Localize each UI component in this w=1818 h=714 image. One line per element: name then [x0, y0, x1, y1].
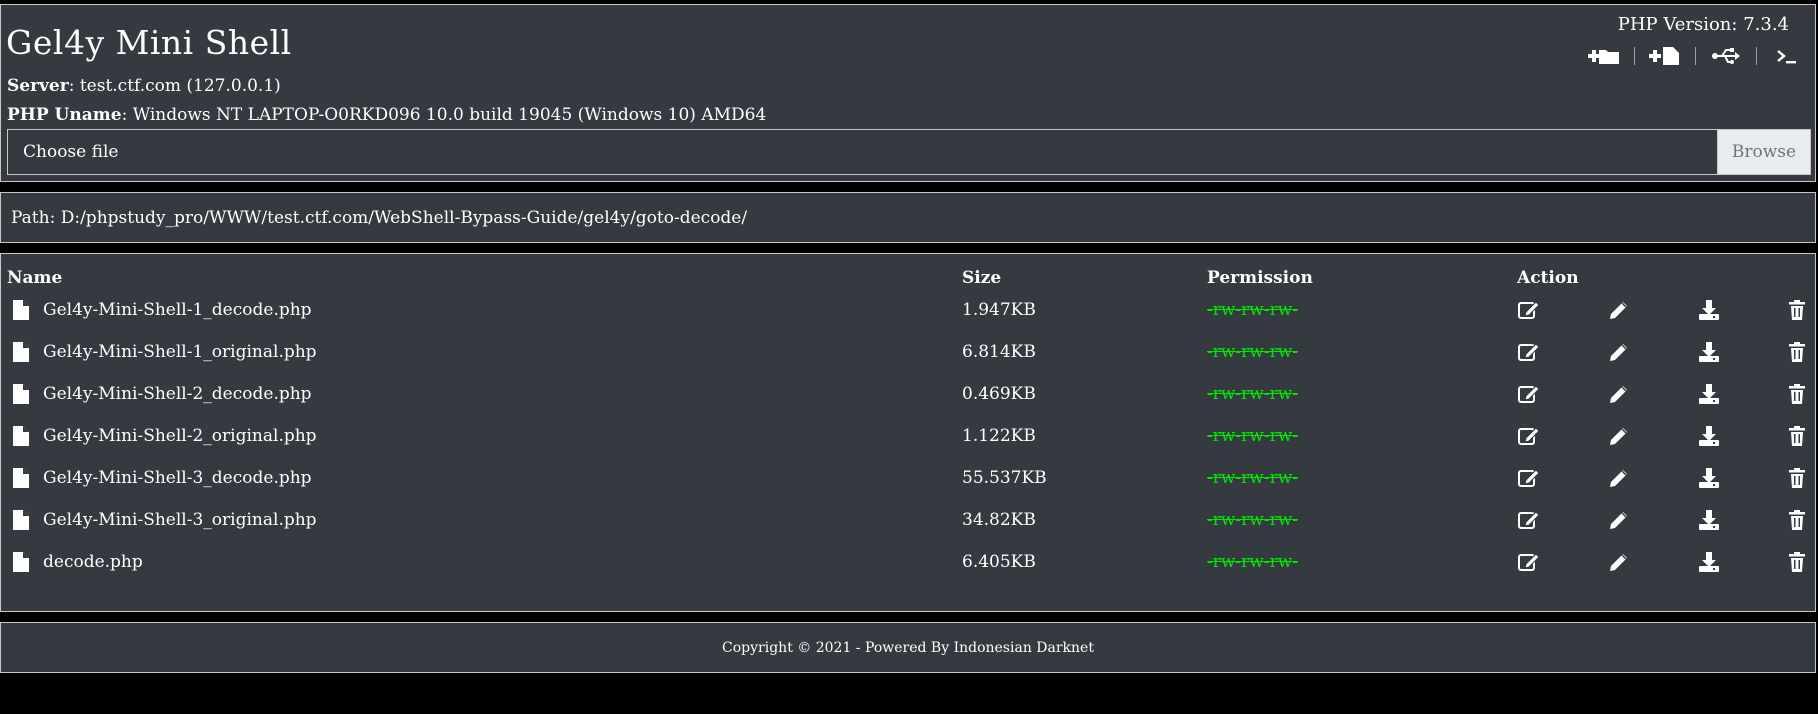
- toolbar-divider: [1756, 47, 1757, 65]
- delete-icon[interactable]: [1783, 422, 1811, 450]
- toolbar-divider: [1634, 47, 1635, 65]
- file-size: 55.537KB: [962, 468, 1047, 488]
- file-size: 1.122KB: [962, 426, 1036, 446]
- file-upload-input[interactable]: Choose file Browse: [7, 129, 1811, 175]
- footer-panel: Copyright © 2021 - Powered By Indonesian…: [0, 622, 1816, 673]
- rename-icon[interactable]: [1515, 548, 1543, 576]
- delete-icon[interactable]: [1783, 464, 1811, 492]
- table-row: Gel4y-Mini-Shell-3_decode.php 55.537KB -rw…: [1, 461, 1815, 503]
- toolbar: [1582, 43, 1809, 69]
- file-input-placeholder: Choose file: [23, 142, 119, 162]
- uname-value: : Windows NT LAPTOP-O0RKD096 10.0 build …: [121, 105, 767, 125]
- uname-info: PHP Uname: Windows NT LAPTOP-O0RKD096 10…: [7, 105, 766, 125]
- edit-icon[interactable]: [1605, 422, 1633, 450]
- file-permission: -rw-rw-rw-: [1207, 300, 1299, 320]
- current-path[interactable]: Path: D:/phpstudy_pro/WWW/test.ctf.com/W…: [11, 208, 747, 228]
- table-row: Gel4y-Mini-Shell-1_decode.php 1.947KB -rw-…: [1, 293, 1815, 335]
- uname-label: PHP Uname: [7, 105, 122, 125]
- path-panel: Path: D:/phpstudy_pro/WWW/test.ctf.com/W…: [0, 192, 1816, 243]
- file-icon: [12, 425, 30, 447]
- table-row: decode.php 6.405KB -rw-rw-rw-: [1, 545, 1815, 587]
- file-permission: -rw-rw-rw-: [1207, 384, 1299, 404]
- file-plus-icon[interactable]: [1643, 43, 1687, 69]
- edit-icon[interactable]: [1605, 548, 1633, 576]
- edit-icon[interactable]: [1605, 506, 1633, 534]
- php-version: PHP Version: 7.3.4: [1617, 14, 1789, 35]
- file-icon: [12, 299, 30, 321]
- file-name-link[interactable]: Gel4y-Mini-Shell-3_original.php: [43, 510, 317, 530]
- rename-icon[interactable]: [1515, 506, 1543, 534]
- rename-icon[interactable]: [1515, 296, 1543, 324]
- file-size: 34.82KB: [962, 510, 1036, 530]
- column-header-size: Size: [962, 268, 1002, 288]
- edit-icon[interactable]: [1605, 296, 1633, 324]
- download-icon[interactable]: [1695, 506, 1723, 534]
- file-permission: -rw-rw-rw-: [1207, 552, 1299, 572]
- file-size: 6.405KB: [962, 552, 1036, 572]
- delete-icon[interactable]: [1783, 296, 1811, 324]
- file-size: 0.469KB: [962, 384, 1036, 404]
- file-size: 6.814KB: [962, 342, 1036, 362]
- column-header-name: Name: [7, 268, 63, 288]
- page-title: Gel4y Mini Shell: [6, 23, 292, 62]
- download-icon[interactable]: [1695, 422, 1723, 450]
- toolbar-divider: [1695, 47, 1696, 65]
- file-permission: -rw-rw-rw-: [1207, 426, 1299, 446]
- file-icon: [12, 341, 30, 363]
- rename-icon[interactable]: [1515, 422, 1543, 450]
- file-name-link[interactable]: Gel4y-Mini-Shell-1_decode.php: [43, 300, 312, 320]
- download-icon[interactable]: [1695, 548, 1723, 576]
- copyright-text: Copyright © 2021 - Powered By Indonesian…: [722, 640, 1094, 656]
- browse-button[interactable]: Browse: [1717, 130, 1810, 174]
- delete-icon[interactable]: [1783, 506, 1811, 534]
- file-permission: -rw-rw-rw-: [1207, 342, 1299, 362]
- delete-icon[interactable]: [1783, 548, 1811, 576]
- file-size: 1.947KB: [962, 300, 1036, 320]
- rename-icon[interactable]: [1515, 338, 1543, 366]
- file-icon: [12, 509, 30, 531]
- usb-icon[interactable]: [1704, 43, 1748, 69]
- file-name-link[interactable]: Gel4y-Mini-Shell-2_original.php: [43, 426, 317, 446]
- server-label: Server: [7, 76, 69, 96]
- download-icon[interactable]: [1695, 296, 1723, 324]
- table-row: Gel4y-Mini-Shell-1_original.php 6.814KB -r…: [1, 335, 1815, 377]
- rename-icon[interactable]: [1515, 380, 1543, 408]
- file-name-link[interactable]: Gel4y-Mini-Shell-2_decode.php: [43, 384, 312, 404]
- rename-icon[interactable]: [1515, 464, 1543, 492]
- file-name-link[interactable]: Gel4y-Mini-Shell-1_original.php: [43, 342, 317, 362]
- download-icon[interactable]: [1695, 380, 1723, 408]
- table-row: Gel4y-Mini-Shell-3_original.php 34.82KB -r…: [1, 503, 1815, 545]
- server-info: Server: test.ctf.com (127.0.0.1): [7, 76, 281, 96]
- table-row: Gel4y-Mini-Shell-2_original.php 1.122KB -r…: [1, 419, 1815, 461]
- file-icon: [12, 551, 30, 573]
- edit-icon[interactable]: [1605, 464, 1633, 492]
- file-icon: [12, 467, 30, 489]
- download-icon[interactable]: [1695, 338, 1723, 366]
- table-row: Gel4y-Mini-Shell-2_decode.php 0.469KB -rw-…: [1, 377, 1815, 419]
- server-value: : test.ctf.com (127.0.0.1): [68, 76, 281, 96]
- delete-icon[interactable]: [1783, 380, 1811, 408]
- header-panel: Gel4y Mini Shell PHP Version: 7.3.4 Serv…: [0, 4, 1816, 182]
- column-header-permission: Permission: [1207, 268, 1313, 288]
- column-header-action: Action: [1517, 268, 1579, 288]
- file-permission: -rw-rw-rw-: [1207, 510, 1299, 530]
- delete-icon[interactable]: [1783, 338, 1811, 366]
- terminal-icon[interactable]: [1765, 43, 1809, 69]
- edit-icon[interactable]: [1605, 338, 1633, 366]
- file-permission: -rw-rw-rw-: [1207, 468, 1299, 488]
- file-name-link[interactable]: Gel4y-Mini-Shell-3_decode.php: [43, 468, 312, 488]
- file-table: Name Size Permission Action Gel4y-Mini-S…: [0, 253, 1816, 612]
- file-icon: [12, 383, 30, 405]
- download-icon[interactable]: [1695, 464, 1723, 492]
- folder-plus-icon[interactable]: [1582, 43, 1626, 69]
- edit-icon[interactable]: [1605, 380, 1633, 408]
- file-name-link[interactable]: decode.php: [43, 552, 143, 572]
